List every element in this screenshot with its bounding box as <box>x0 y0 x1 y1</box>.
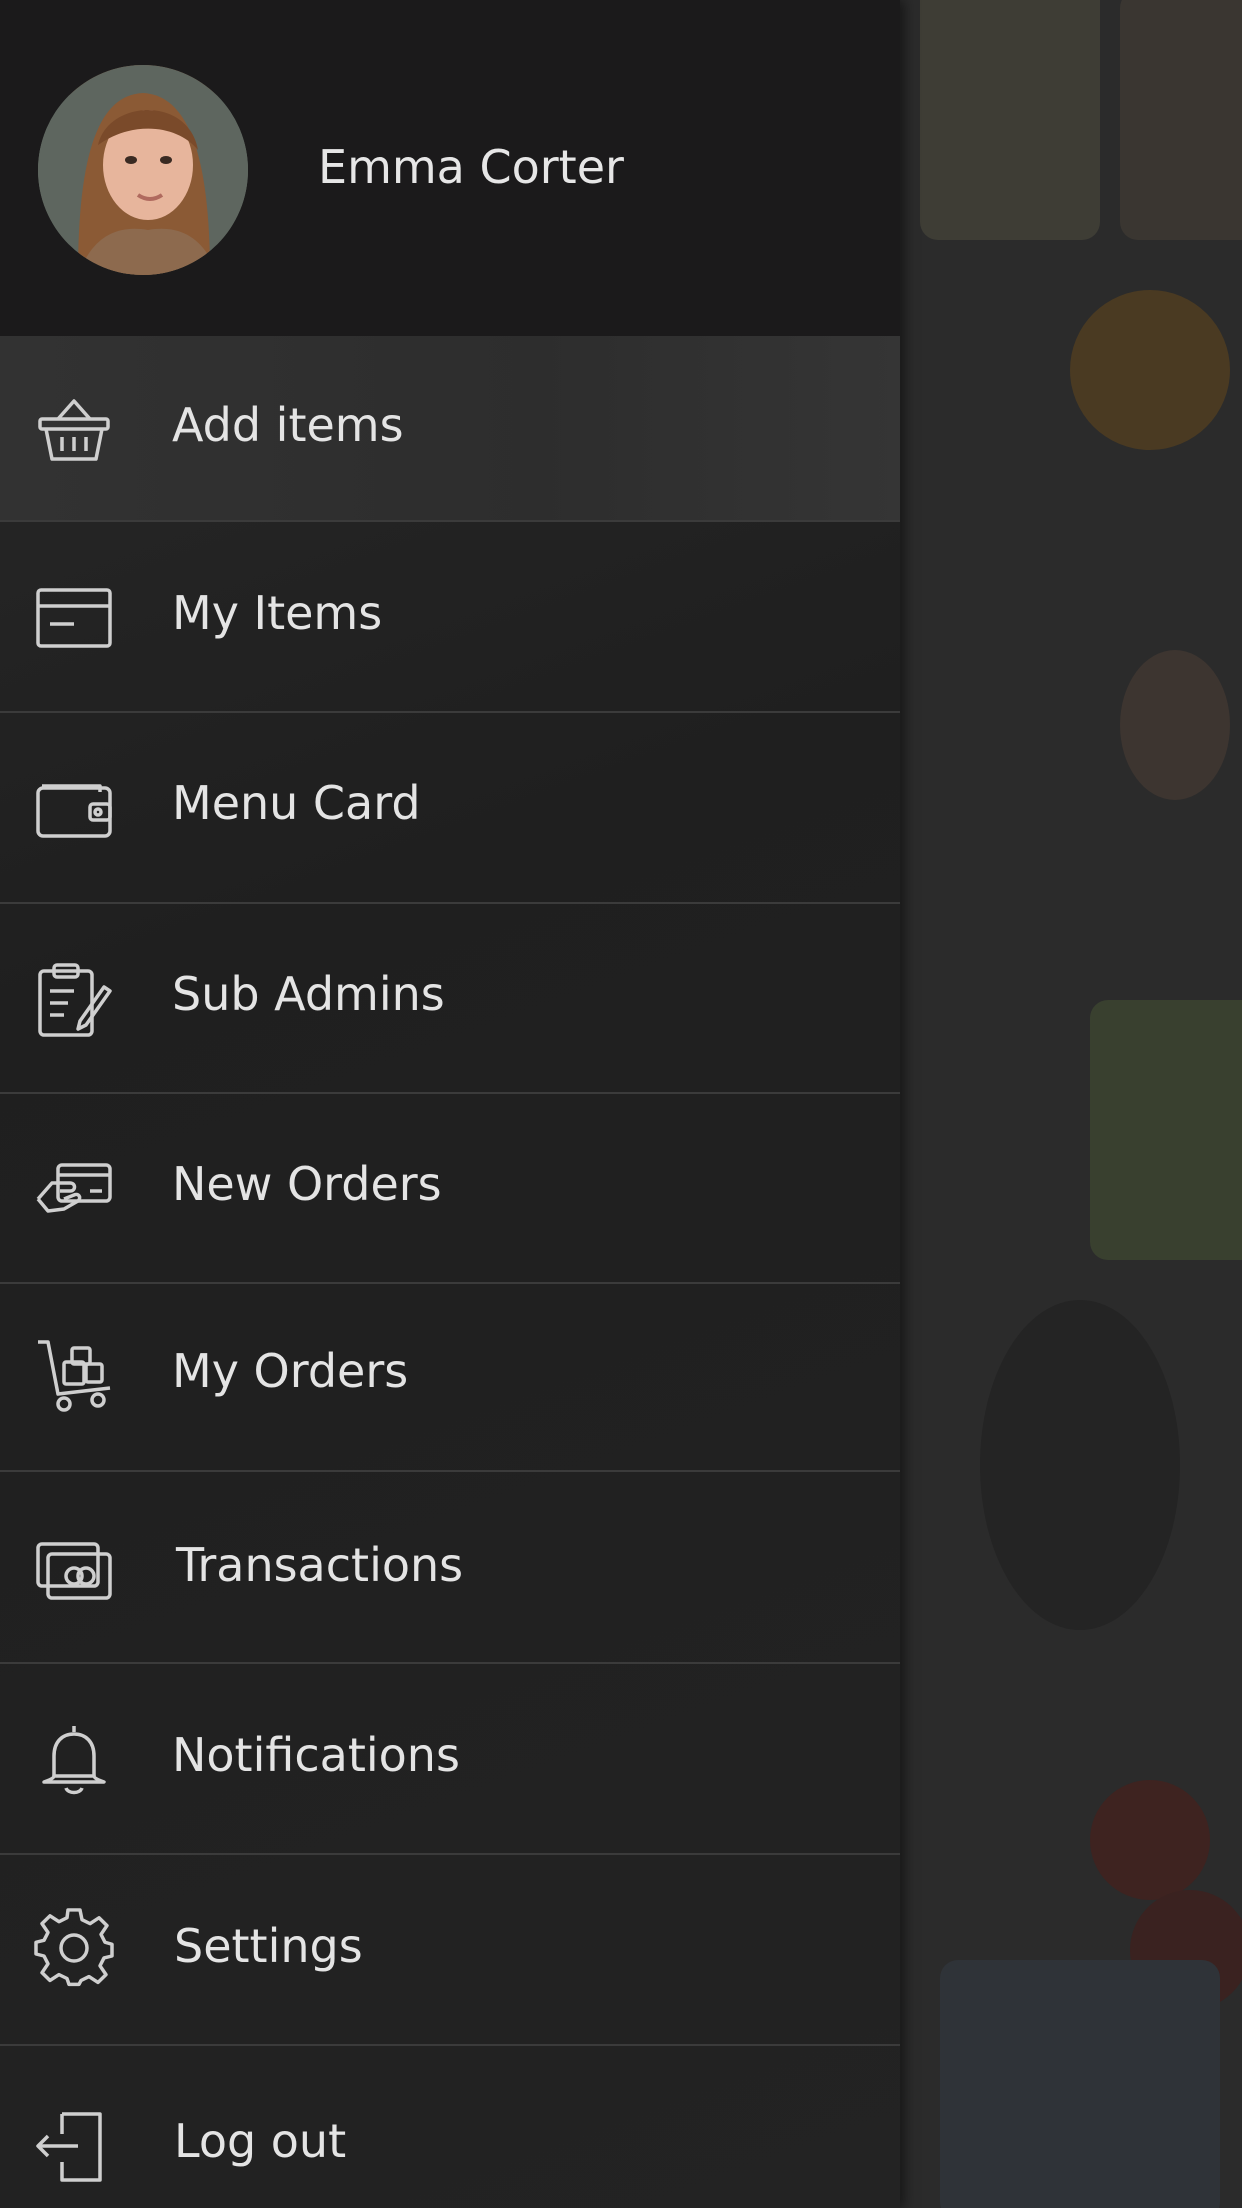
clipboard-edit-icon <box>34 959 114 1039</box>
menu-item-label: My Items <box>172 586 383 640</box>
avatar[interactable] <box>38 65 248 275</box>
profile-header[interactable]: Emma Corter <box>0 0 900 336</box>
menu-item-transactions[interactable]: Transactions <box>0 1472 900 1664</box>
menu-item-new-orders[interactable]: New Orders <box>0 1094 900 1284</box>
logout-icon <box>34 2106 114 2186</box>
background-photo[interactable] <box>900 0 1242 2208</box>
card-icon <box>34 578 114 658</box>
menu-item-menu-card[interactable]: Menu Card <box>0 713 900 904</box>
menu-item-label: Log out <box>174 2114 347 2168</box>
cart-trolley-icon <box>34 1336 114 1416</box>
menu-item-label: New Orders <box>172 1157 442 1211</box>
menu-item-settings[interactable]: Settings <box>0 1855 900 2046</box>
menu-item-sub-admins[interactable]: Sub Admins <box>0 904 900 1094</box>
menu-item-my-orders[interactable]: My Orders <box>0 1284 900 1472</box>
menu-item-label: Notifications <box>172 1728 460 1782</box>
basket-icon <box>34 389 114 469</box>
menu-item-label: Transactions <box>176 1538 464 1592</box>
menu-item-add-items[interactable]: Add items <box>0 336 900 522</box>
menu-item-log-out[interactable]: Log out <box>0 2046 900 2208</box>
menu-item-label: Settings <box>174 1919 363 1973</box>
profile-name: Emma Corter <box>318 140 624 194</box>
bell-icon <box>34 1720 114 1800</box>
menu-item-notifications[interactable]: Notifications <box>0 1664 900 1855</box>
card-payment-icon <box>34 1149 114 1229</box>
menu-item-label: Sub Admins <box>172 967 445 1021</box>
navigation-drawer: Emma Corter Add items My Items Menu Card… <box>0 0 900 2208</box>
cash-icon <box>34 1530 114 1610</box>
menu-item-my-items[interactable]: My Items <box>0 522 900 713</box>
wallet-icon <box>34 768 114 848</box>
gear-icon <box>34 1908 114 1988</box>
menu-item-label: My Orders <box>172 1344 409 1398</box>
menu-item-label: Add items <box>172 398 404 452</box>
menu-item-label: Menu Card <box>172 776 421 830</box>
